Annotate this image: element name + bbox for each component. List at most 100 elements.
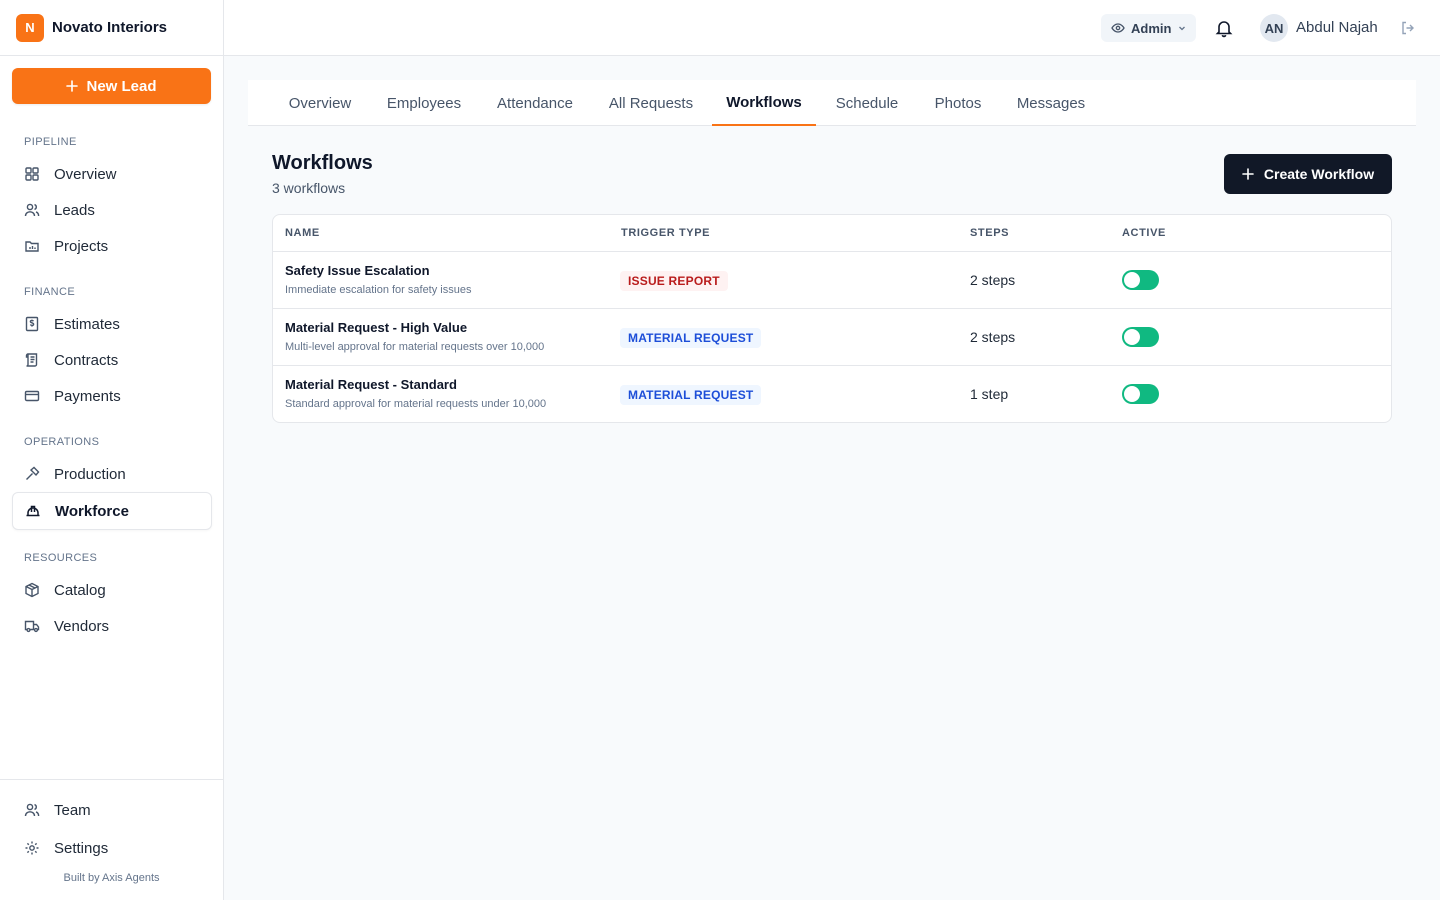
new-lead-label: New Lead [86,77,157,95]
page-title: Workflows [272,152,373,174]
sidebar-item-contracts[interactable]: Contracts [12,342,212,378]
user-name[interactable]: Abdul Najah [1296,19,1378,36]
logout-button[interactable] [1400,20,1416,36]
active-toggle[interactable] [1122,270,1159,290]
sidebar-item-settings[interactable]: Settings [12,830,211,866]
nav-section-pipeline: PIPELINE Overview Leads Projects [0,133,224,264]
sidebar-item-label: Overview [54,165,117,183]
sidebar-footer: Team Settings Built by Axis Agents [0,779,223,900]
workflows-table: NAME TRIGGER TYPE STEPS ACTIVE Safety Is… [272,214,1392,423]
sidebar-item-label: Catalog [54,581,106,599]
sidebar-item-vendors[interactable]: Vendors [12,608,212,644]
workflow-description: Standard approval for material requests … [285,398,547,410]
logout-icon [1402,21,1414,35]
nav-section-resources: RESOURCES Catalog Vendors [0,549,224,644]
tab-overview[interactable]: Overview [272,80,368,126]
trigger-type-badge: MATERIAL REQUEST [620,385,762,405]
toggle-knob [1124,272,1140,288]
workflow-name: Material Request - Standard [285,377,457,392]
sidebar-item-workforce[interactable]: Workforce [12,492,212,530]
sidebar-item-label: Team [54,801,91,819]
table-header: NAME TRIGGER TYPE STEPS ACTIVE [273,215,1391,252]
plus-icon [1242,168,1254,180]
eye-icon [1111,23,1125,33]
role-switcher[interactable]: Admin [1101,14,1196,42]
table-row[interactable]: Safety Issue Escalation Immediate escala… [273,252,1391,309]
scroll-icon [25,353,38,367]
tab-bar: Overview Employees Attendance All Reques… [248,80,1416,126]
active-toggle[interactable] [1122,384,1159,404]
grid-icon [25,167,39,181]
column-header-active: ACTIVE [1122,227,1166,239]
sidebar-item-projects[interactable]: Projects [12,228,212,264]
step-count: 2 steps [970,329,1016,345]
truck-icon [24,620,40,633]
avatar[interactable]: AN [1260,14,1288,42]
create-workflow-button[interactable]: Create Workflow [1224,154,1392,194]
active-toggle[interactable] [1122,327,1159,347]
topbar: Admin AN Abdul Najah [224,0,1440,56]
sidebar-item-label: Leads [54,201,95,219]
sidebar-item-label: Settings [54,839,109,857]
plus-icon [66,80,79,92]
notifications-button[interactable] [1214,18,1234,38]
chevron-down-icon [1179,26,1186,31]
table-row[interactable]: Material Request - Standard Standard app… [273,366,1391,422]
sidebar-item-payments[interactable]: Payments [12,378,212,414]
tab-all-requests[interactable]: All Requests [591,80,711,126]
column-header-name: NAME [285,227,320,239]
nav-section-finance: FINANCE Estimates Contracts Payments [0,283,224,414]
nav-heading: OPERATIONS [24,436,100,448]
tab-attendance[interactable]: Attendance [480,80,590,126]
workflow-description: Immediate escalation for safety issues [285,284,472,296]
hard-hat-icon [26,505,40,517]
nav-heading: PIPELINE [24,136,77,148]
sidebar-item-production[interactable]: Production [12,456,212,492]
sidebar-item-leads[interactable]: Leads [12,192,212,228]
sidebar-item-team[interactable]: Team [12,792,211,828]
brand: N Novato Interiors [0,0,223,56]
gear-icon [25,841,39,855]
credit-card-icon [24,390,40,402]
receipt-dollar-icon [25,316,39,332]
sidebar-item-label: Vendors [54,617,110,635]
trigger-type-badge: ISSUE REPORT [620,271,728,291]
toggle-knob [1124,386,1140,402]
sidebar-item-estimates[interactable]: Estimates [12,306,212,342]
bell-icon [1215,21,1233,38]
sidebar-item-label: Contracts [54,351,119,369]
workflow-name: Safety Issue Escalation [285,263,430,278]
step-count: 1 step [970,386,1009,402]
sidebar: N Novato Interiors New Lead PIPELINE Ove… [0,0,224,900]
built-by-text: Built by Axis Agents [63,872,160,884]
create-workflow-label: Create Workflow [1263,166,1375,182]
brand-name: Novato Interiors [52,19,168,36]
tab-employees[interactable]: Employees [369,80,479,126]
tab-photos[interactable]: Photos [918,80,998,126]
new-lead-button[interactable]: New Lead [12,68,211,104]
sidebar-item-label: Payments [54,387,121,405]
hammer-icon [26,466,40,480]
folder-chart-icon [25,241,39,252]
sidebar-item-overview[interactable]: Overview [12,156,212,192]
sidebar-item-label: Estimates [54,315,120,333]
role-label: Admin [1131,20,1172,36]
sidebar-item-catalog[interactable]: Catalog [12,572,212,608]
table-row[interactable]: Material Request - High Value Multi-leve… [273,309,1391,366]
workflow-name: Material Request - High Value [285,320,468,335]
tab-schedule[interactable]: Schedule [819,80,915,126]
column-header-steps: STEPS [970,227,1010,239]
sidebar-item-label: Workforce [55,502,129,520]
tab-messages[interactable]: Messages [1001,80,1101,126]
workflow-description: Multi-level approval for material reques… [285,341,545,353]
trigger-type-badge: MATERIAL REQUEST [620,328,762,348]
sidebar-item-label: Projects [54,237,109,255]
nav-heading: FINANCE [24,286,76,298]
tab-workflows[interactable]: Workflows [712,80,816,126]
column-header-trigger-type: TRIGGER TYPE [621,227,711,239]
nav-heading: RESOURCES [24,552,98,564]
brand-logo: N [16,13,44,42]
sidebar-item-label: Production [54,465,126,483]
users-icon [24,803,40,817]
workflow-count: 3 workflows [272,180,346,196]
